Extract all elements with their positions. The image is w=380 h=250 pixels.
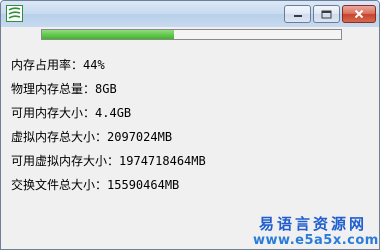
close-icon — [354, 9, 364, 19]
virtual-memory-total-label: 虚拟内存总大小： — [11, 130, 108, 144]
app-window: 内存占用率：44% 物理内存总量：8GB 可用内存大小：4.4GB 虚拟内存总大… — [0, 0, 380, 250]
swap-file-line: 交换文件总大小：15590464MB — [11, 178, 179, 192]
swap-file-label: 交换文件总大小： — [11, 178, 108, 192]
watermark-url: www.e5a5x.com — [253, 233, 379, 248]
virtual-memory-total-line: 虚拟内存总大小：2097024MB — [11, 130, 172, 144]
available-virtual-memory-line: 可用虚拟内存大小：1974718464MB — [11, 154, 206, 168]
available-virtual-memory-value: 1974718464MB — [119, 154, 206, 168]
minimize-button[interactable] — [284, 5, 311, 23]
available-virtual-memory-label: 可用虚拟内存大小： — [11, 154, 120, 168]
maximize-icon — [321, 10, 332, 18]
available-memory-line: 可用内存大小：4.4GB — [11, 106, 131, 120]
physical-memory-label: 物理内存总量： — [11, 82, 96, 96]
client-area: 内存占用率：44% 物理内存总量：8GB 可用内存大小：4.4GB 虚拟内存总大… — [1, 41, 379, 249]
available-memory-value: 4.4GB — [95, 106, 132, 120]
memory-usage-label: 内存占用率： — [11, 58, 84, 72]
title-bar[interactable] — [1, 1, 379, 27]
memory-usage-progress-bar — [41, 29, 342, 40]
maximize-button[interactable] — [313, 5, 340, 23]
physical-memory-value: 8GB — [95, 82, 117, 96]
available-memory-label: 可用内存大小： — [11, 106, 96, 120]
progress-fill — [42, 30, 174, 39]
watermark-site-name: 易语言资源网 — [258, 215, 367, 233]
memory-usage-value: 44% — [83, 58, 105, 72]
close-button[interactable] — [342, 5, 376, 23]
virtual-memory-total-value: 2097024MB — [107, 130, 173, 144]
physical-memory-line: 物理内存总量：8GB — [11, 82, 117, 96]
swap-file-value: 15590464MB — [107, 178, 180, 192]
memory-usage-line: 内存占用率：44% — [11, 58, 105, 72]
minimize-icon — [293, 15, 302, 17]
app-icon[interactable] — [6, 5, 23, 22]
